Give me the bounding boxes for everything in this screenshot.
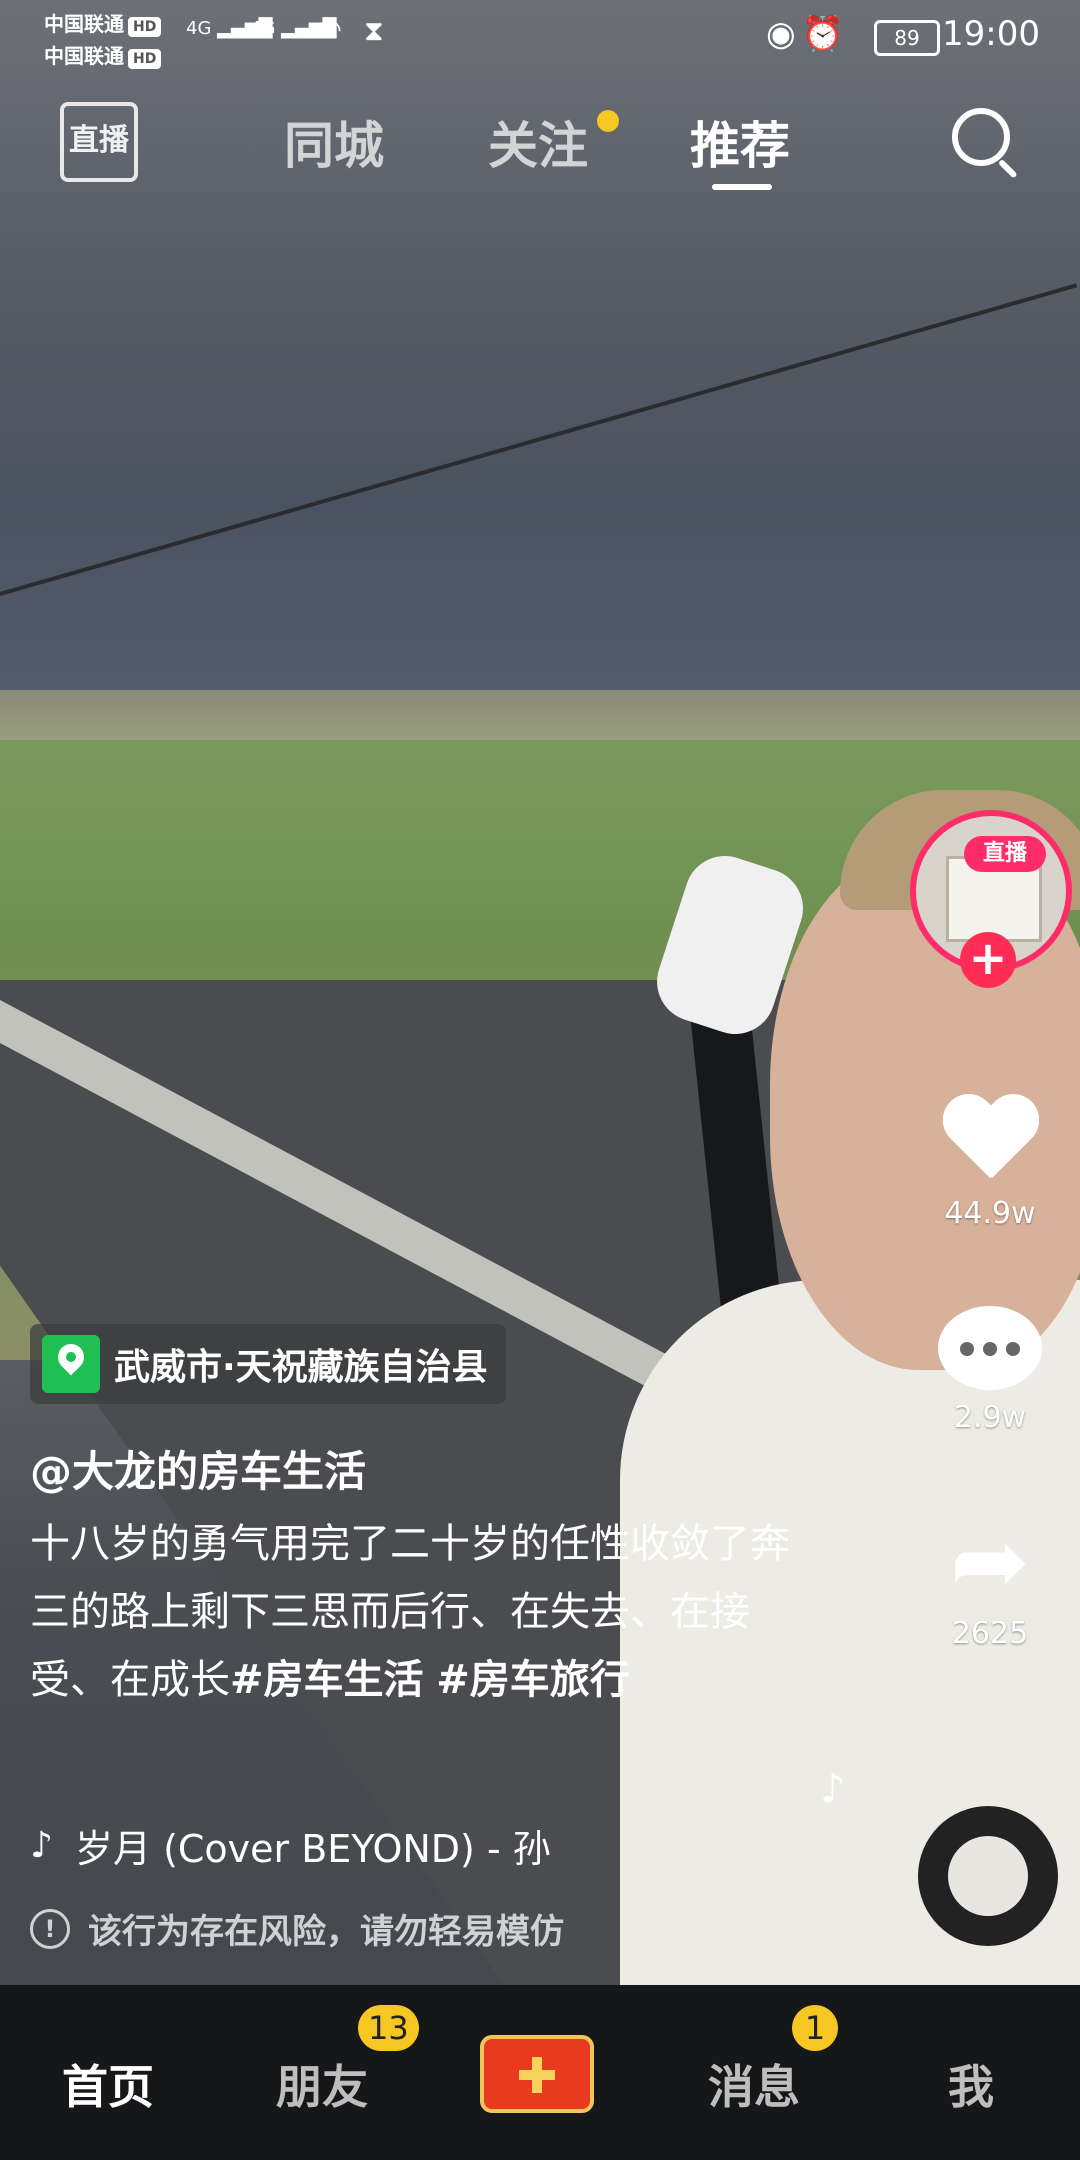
share-action[interactable]: ➦ 2625: [900, 1513, 1080, 1651]
comment-count: 2.9w: [953, 1400, 1027, 1435]
hd-badge: HD: [128, 49, 162, 69]
following-notification-dot: [597, 110, 619, 132]
hourglass-icon: ⧗: [364, 14, 384, 47]
warning-icon: !: [30, 1908, 70, 1949]
wifi-icon: ◠: [316, 12, 343, 47]
search-icon[interactable]: [952, 108, 1010, 166]
music-disc[interactable]: [918, 1806, 1058, 1946]
share-count: 2625: [951, 1616, 1029, 1651]
tab-following[interactable]: 关注: [488, 106, 588, 178]
nav-me[interactable]: 我: [948, 2051, 994, 2117]
carrier-1: 中国联通 HD: [44, 8, 162, 37]
music-note-icon: ♪: [820, 1766, 846, 1812]
active-tab-underline: [712, 184, 772, 190]
eye-icon: ◉: [765, 14, 802, 54]
friends-badge: 13: [358, 2005, 419, 2051]
author-name[interactable]: @大龙的房车生活: [30, 1438, 366, 1499]
location-tag[interactable]: 武威市·天祝藏族自治县: [30, 1324, 506, 1404]
hashtag-rv-travel[interactable]: #房车旅行: [436, 1657, 630, 1703]
live-badge: 直播: [964, 836, 1046, 872]
comment-action[interactable]: 2.9w: [900, 1306, 1080, 1435]
bottom-navigation: 首页 朋友 13 消息 1 我: [0, 1985, 1080, 2160]
create-post-button[interactable]: [480, 2035, 594, 2113]
network-2-label: 4G: [250, 18, 276, 39]
location-label: 武威市·天祝藏族自治县: [114, 1347, 488, 1388]
risk-warning: ! 该行为存在风险，请勿轻易模仿: [30, 1904, 564, 1953]
location-pin-icon: [42, 1335, 100, 1393]
nav-friends[interactable]: 朋友: [276, 2051, 368, 2117]
top-navigation: 直播 同城 关注 推荐: [0, 100, 1080, 200]
heart-icon[interactable]: [940, 1096, 1040, 1186]
tiktok-note-icon: ♪: [30, 1825, 53, 1866]
follow-button[interactable]: +: [960, 932, 1016, 988]
carrier-1-label: 中国联通: [44, 12, 124, 36]
warning-text: 该行为存在风险，请勿轻易模仿: [88, 1912, 564, 1952]
clock: 19:00: [942, 14, 1040, 54]
status-bar: 中国联通 HD 中国联通 HD 4G ▂▄▆█ 4G ▂▄▆█ ◠ ⧗ ◉⏰ 89 …: [0, 0, 1080, 70]
live-entry-icon[interactable]: 直播: [60, 102, 138, 182]
tab-local[interactable]: 同城: [284, 106, 384, 178]
carrier-2-label: 中国联通: [44, 44, 124, 68]
hd-badge: HD: [128, 17, 162, 37]
music-info[interactable]: ♪ 岁月 (Cover BEYOND) - 孙: [30, 1818, 551, 1873]
battery-indicator: 89: [874, 20, 940, 56]
eye-alarm-icons: ◉⏰: [766, 14, 850, 54]
hashtag-rv-life[interactable]: #房车生活: [230, 1657, 424, 1703]
share-icon[interactable]: ➦: [935, 1513, 1045, 1609]
nav-home[interactable]: 首页: [62, 2051, 154, 2117]
comment-icon[interactable]: [938, 1306, 1042, 1390]
nav-messages[interactable]: 消息: [708, 2051, 800, 2117]
like-action[interactable]: 44.9w: [900, 1096, 1080, 1231]
network-1-label: 4G: [186, 18, 212, 39]
disc-cover: [948, 1836, 1028, 1916]
tab-recommended[interactable]: 推荐: [690, 106, 790, 178]
like-count: 44.9w: [944, 1196, 1036, 1231]
music-title: 岁月 (Cover BEYOND) - 孙: [74, 1827, 551, 1871]
carrier-2: 中国联通 HD: [44, 40, 162, 69]
alarm-icon: ⏰: [801, 14, 850, 54]
video-description: 十八岁的勇气用完了二十岁的任性收敛了奔三的路上剩下三思而后行、在失去、在接受、在…: [30, 1510, 790, 1714]
messages-badge: 1: [792, 2005, 838, 2051]
